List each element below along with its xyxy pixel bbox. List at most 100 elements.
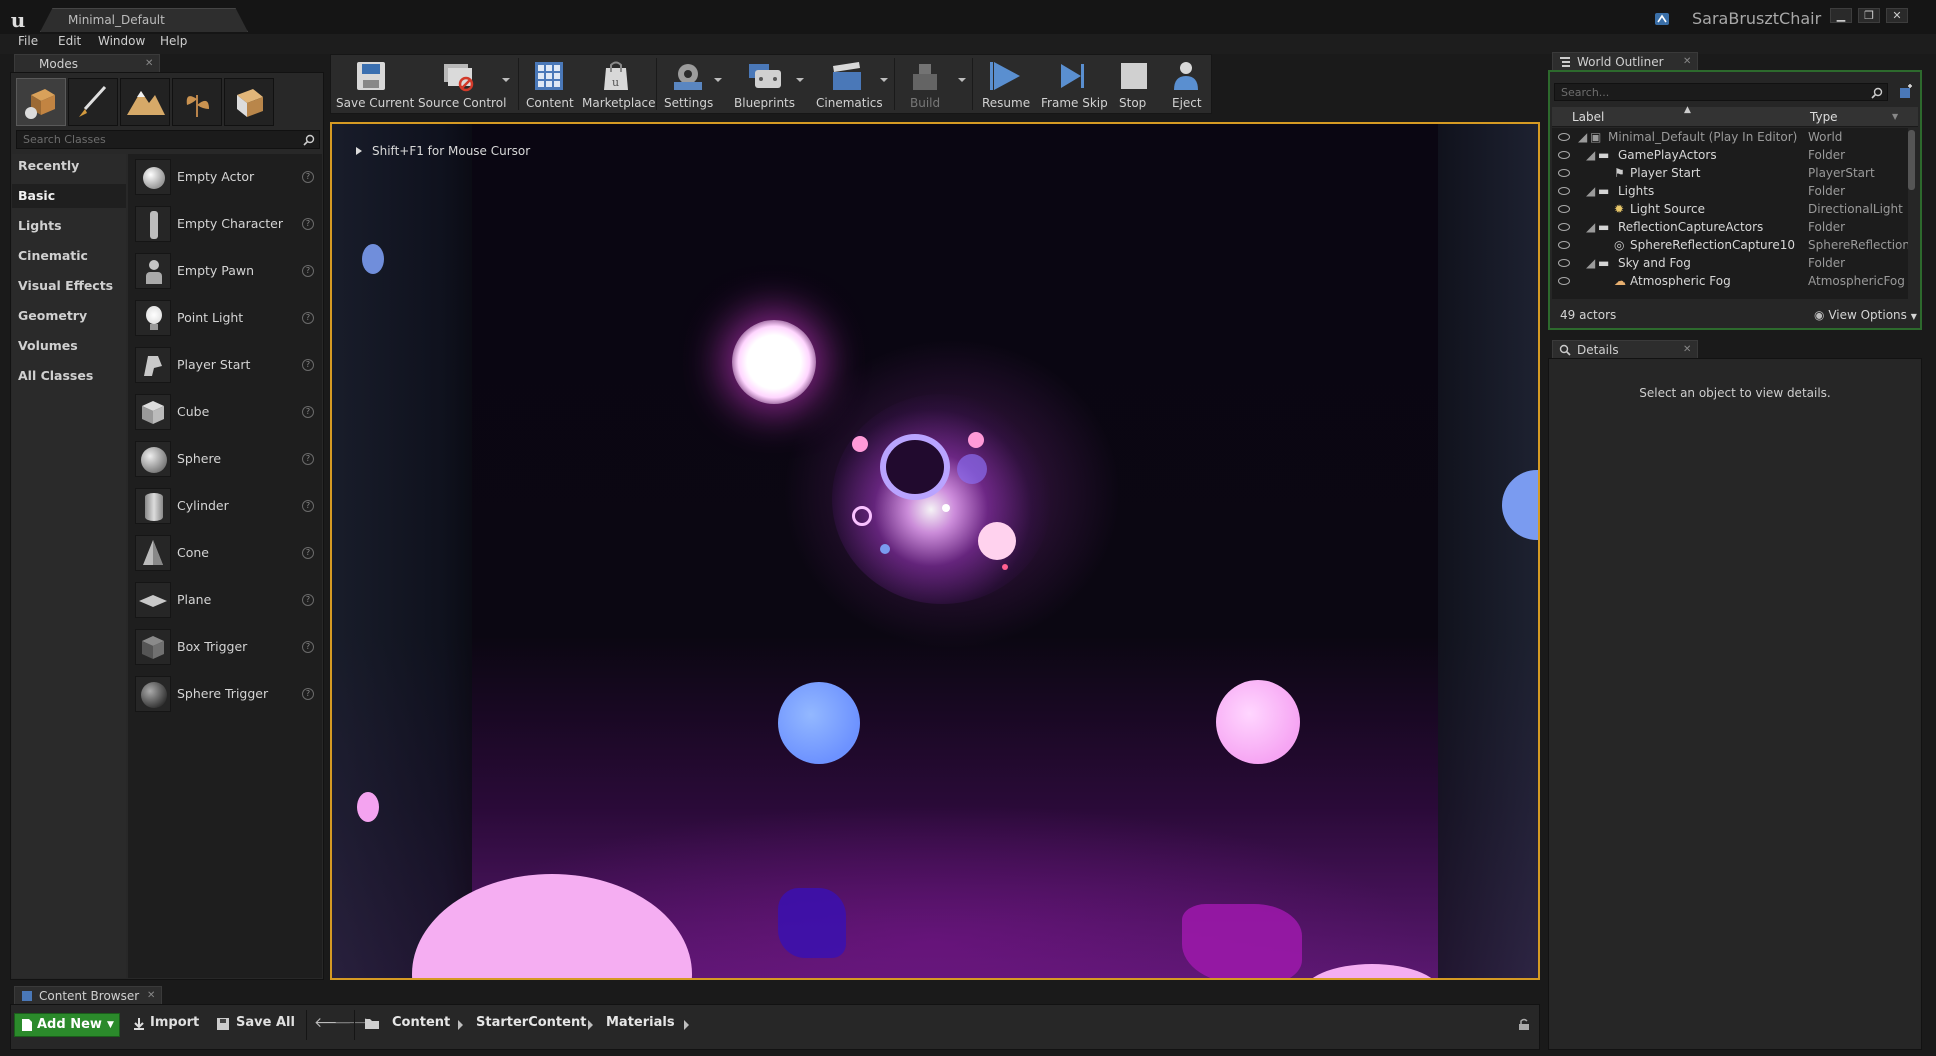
class-item-cube[interactable]: Cube ?	[132, 392, 320, 432]
close-button[interactable]: ✕	[1886, 8, 1908, 23]
outliner-row[interactable]: ◎ SphereReflectionCapture10 SphereReflec…	[1552, 236, 1908, 254]
help-icon[interactable]: ?	[302, 359, 314, 371]
class-item-cylinder[interactable]: Cylinder ?	[132, 486, 320, 526]
cinematics-dropdown-arrow[interactable]	[880, 78, 888, 82]
add-filter-icon[interactable]	[1898, 84, 1914, 100]
category-all-classes[interactable]: All Classes	[12, 364, 126, 388]
expand-arrow-icon[interactable]: ◢	[1586, 218, 1595, 236]
add-new-button[interactable]: Add New ▼	[14, 1013, 120, 1037]
close-icon[interactable]: ✕	[147, 990, 155, 1001]
help-icon[interactable]: ?	[302, 500, 314, 512]
breadcrumb-materials[interactable]: Materials	[606, 1015, 675, 1030]
content-browser-tab[interactable]: Content Browser ✕	[14, 986, 162, 1005]
help-icon[interactable]: ?	[302, 688, 314, 700]
class-item-empty-pawn[interactable]: Empty Pawn ?	[132, 251, 320, 291]
category-basic[interactable]: Basic	[12, 184, 126, 208]
build-dropdown-arrow[interactable]	[958, 78, 966, 82]
expand-arrow-icon[interactable]: ◢	[1586, 182, 1595, 200]
close-icon[interactable]: ✕	[145, 58, 153, 69]
help-icon[interactable]: ?	[302, 453, 314, 465]
foliage-mode-button[interactable]	[172, 78, 222, 126]
category-lights[interactable]: Lights	[12, 214, 126, 238]
frame-skip-button[interactable]: Frame Skip	[1038, 56, 1108, 112]
user-name[interactable]: SaraBrusztChair	[1692, 9, 1821, 28]
cinematics-button[interactable]: Cinematics	[810, 56, 884, 112]
class-search-input[interactable]: Search Classes	[16, 130, 320, 149]
outliner-row[interactable]: ☁ Atmospheric Fog AtmosphericFog	[1552, 272, 1908, 290]
breadcrumb-separator[interactable]	[588, 1020, 593, 1030]
outliner-row[interactable]: ◢ ▬ GamePlayActors Folder	[1552, 146, 1908, 164]
class-item-empty-character[interactable]: Empty Character ?	[132, 204, 320, 244]
class-item-cone[interactable]: Cone ?	[132, 533, 320, 573]
source-control-button[interactable]: Source Control	[414, 56, 506, 112]
outliner-row[interactable]: ⚑ Player Start PlayerStart	[1552, 164, 1908, 182]
blueprints-button[interactable]: Blueprints	[730, 56, 800, 112]
expand-arrow-icon[interactable]: ◢	[1586, 254, 1595, 272]
eject-button[interactable]: Eject	[1162, 56, 1210, 112]
outliner-row[interactable]: ✹ Light Source DirectionalLight	[1552, 200, 1908, 218]
geometry-mode-button[interactable]	[224, 78, 274, 126]
help-icon[interactable]: ?	[302, 312, 314, 324]
class-item-sphere-trigger[interactable]: Sphere Trigger ?	[132, 674, 320, 714]
visibility-eye-icon[interactable]	[1558, 223, 1570, 231]
paint-mode-button[interactable]	[68, 78, 118, 126]
breadcrumb-separator[interactable]	[458, 1020, 463, 1030]
breadcrumb-separator[interactable]	[684, 1020, 689, 1030]
column-label[interactable]: Label	[1572, 110, 1604, 124]
expand-arrow-icon[interactable]: ◢	[1578, 128, 1587, 146]
class-item-point-light[interactable]: Point Light ?	[132, 298, 320, 338]
save-current-button[interactable]: Save Current	[334, 56, 414, 112]
outliner-scrollbar[interactable]	[1908, 130, 1915, 190]
class-item-sphere[interactable]: Sphere ?	[132, 439, 320, 479]
menu-edit[interactable]: Edit	[58, 34, 81, 48]
world-outliner-tab[interactable]: World Outliner ✕	[1552, 52, 1698, 71]
visibility-eye-icon[interactable]	[1558, 277, 1570, 285]
landscape-mode-button[interactable]	[120, 78, 170, 126]
details-tab[interactable]: Details ✕	[1552, 340, 1698, 359]
settings-button[interactable]: Settings	[660, 56, 716, 112]
visibility-eye-icon[interactable]	[1558, 169, 1570, 177]
help-icon[interactable]: ?	[302, 547, 314, 559]
column-type[interactable]: Type	[1810, 110, 1838, 124]
import-button[interactable]: Import	[132, 1015, 199, 1030]
save-all-button[interactable]: Save All	[216, 1015, 295, 1030]
category-volumes[interactable]: Volumes	[12, 334, 126, 358]
outliner-row[interactable]: ◢ ▬ Lights Folder	[1552, 182, 1908, 200]
close-icon[interactable]: ✕	[1683, 56, 1691, 67]
source-control-dropdown-arrow[interactable]	[502, 78, 510, 82]
category-cinematic[interactable]: Cinematic	[12, 244, 126, 268]
help-icon[interactable]: ?	[302, 641, 314, 653]
help-icon[interactable]: ?	[302, 594, 314, 606]
outliner-row[interactable]: ◢ ▬ ReflectionCaptureActors Folder	[1552, 218, 1908, 236]
menu-file[interactable]: File	[18, 34, 38, 48]
modes-tab[interactable]: Modes ✕	[14, 54, 160, 73]
maximize-button[interactable]: ❐	[1858, 8, 1880, 23]
class-item-player-start[interactable]: Player Start ?	[132, 345, 320, 385]
category-geometry[interactable]: Geometry	[12, 304, 126, 328]
outliner-search-input[interactable]: Search...	[1554, 83, 1888, 101]
menu-window[interactable]: Window	[98, 34, 145, 48]
class-item-box-trigger[interactable]: Box Trigger ?	[132, 627, 320, 667]
game-viewport[interactable]	[330, 122, 1540, 980]
breadcrumb-startercontent[interactable]: StarterContent	[476, 1015, 586, 1030]
visibility-eye-icon[interactable]	[1558, 133, 1570, 141]
help-icon[interactable]: ?	[302, 406, 314, 418]
visibility-eye-icon[interactable]	[1558, 151, 1570, 159]
expand-arrow-icon[interactable]	[354, 146, 364, 156]
outliner-row[interactable]: ◢ ▣ Minimal_Default (Play In Editor) Wor…	[1552, 128, 1908, 146]
menu-help[interactable]: Help	[160, 34, 187, 48]
marketplace-button[interactable]: u Marketplace	[580, 56, 656, 112]
stop-button[interactable]: Stop	[1108, 56, 1158, 112]
breadcrumb-content[interactable]: Content	[392, 1015, 450, 1030]
expand-arrow-icon[interactable]: ◢	[1586, 146, 1595, 164]
close-icon[interactable]: ✕	[1683, 344, 1691, 355]
outliner-row[interactable]: ◢ ▬ Sky and Fog Folder	[1552, 254, 1908, 272]
help-icon[interactable]: ?	[302, 265, 314, 277]
visibility-eye-icon[interactable]	[1558, 259, 1570, 267]
category-recently-placed[interactable]: Recently Placed	[12, 154, 126, 197]
place-mode-button[interactable]	[16, 78, 66, 126]
content-button[interactable]: Content	[522, 56, 576, 112]
resume-button[interactable]: Resume	[976, 56, 1036, 112]
class-item-plane[interactable]: Plane ?	[132, 580, 320, 620]
blueprints-dropdown-arrow[interactable]	[796, 78, 804, 82]
